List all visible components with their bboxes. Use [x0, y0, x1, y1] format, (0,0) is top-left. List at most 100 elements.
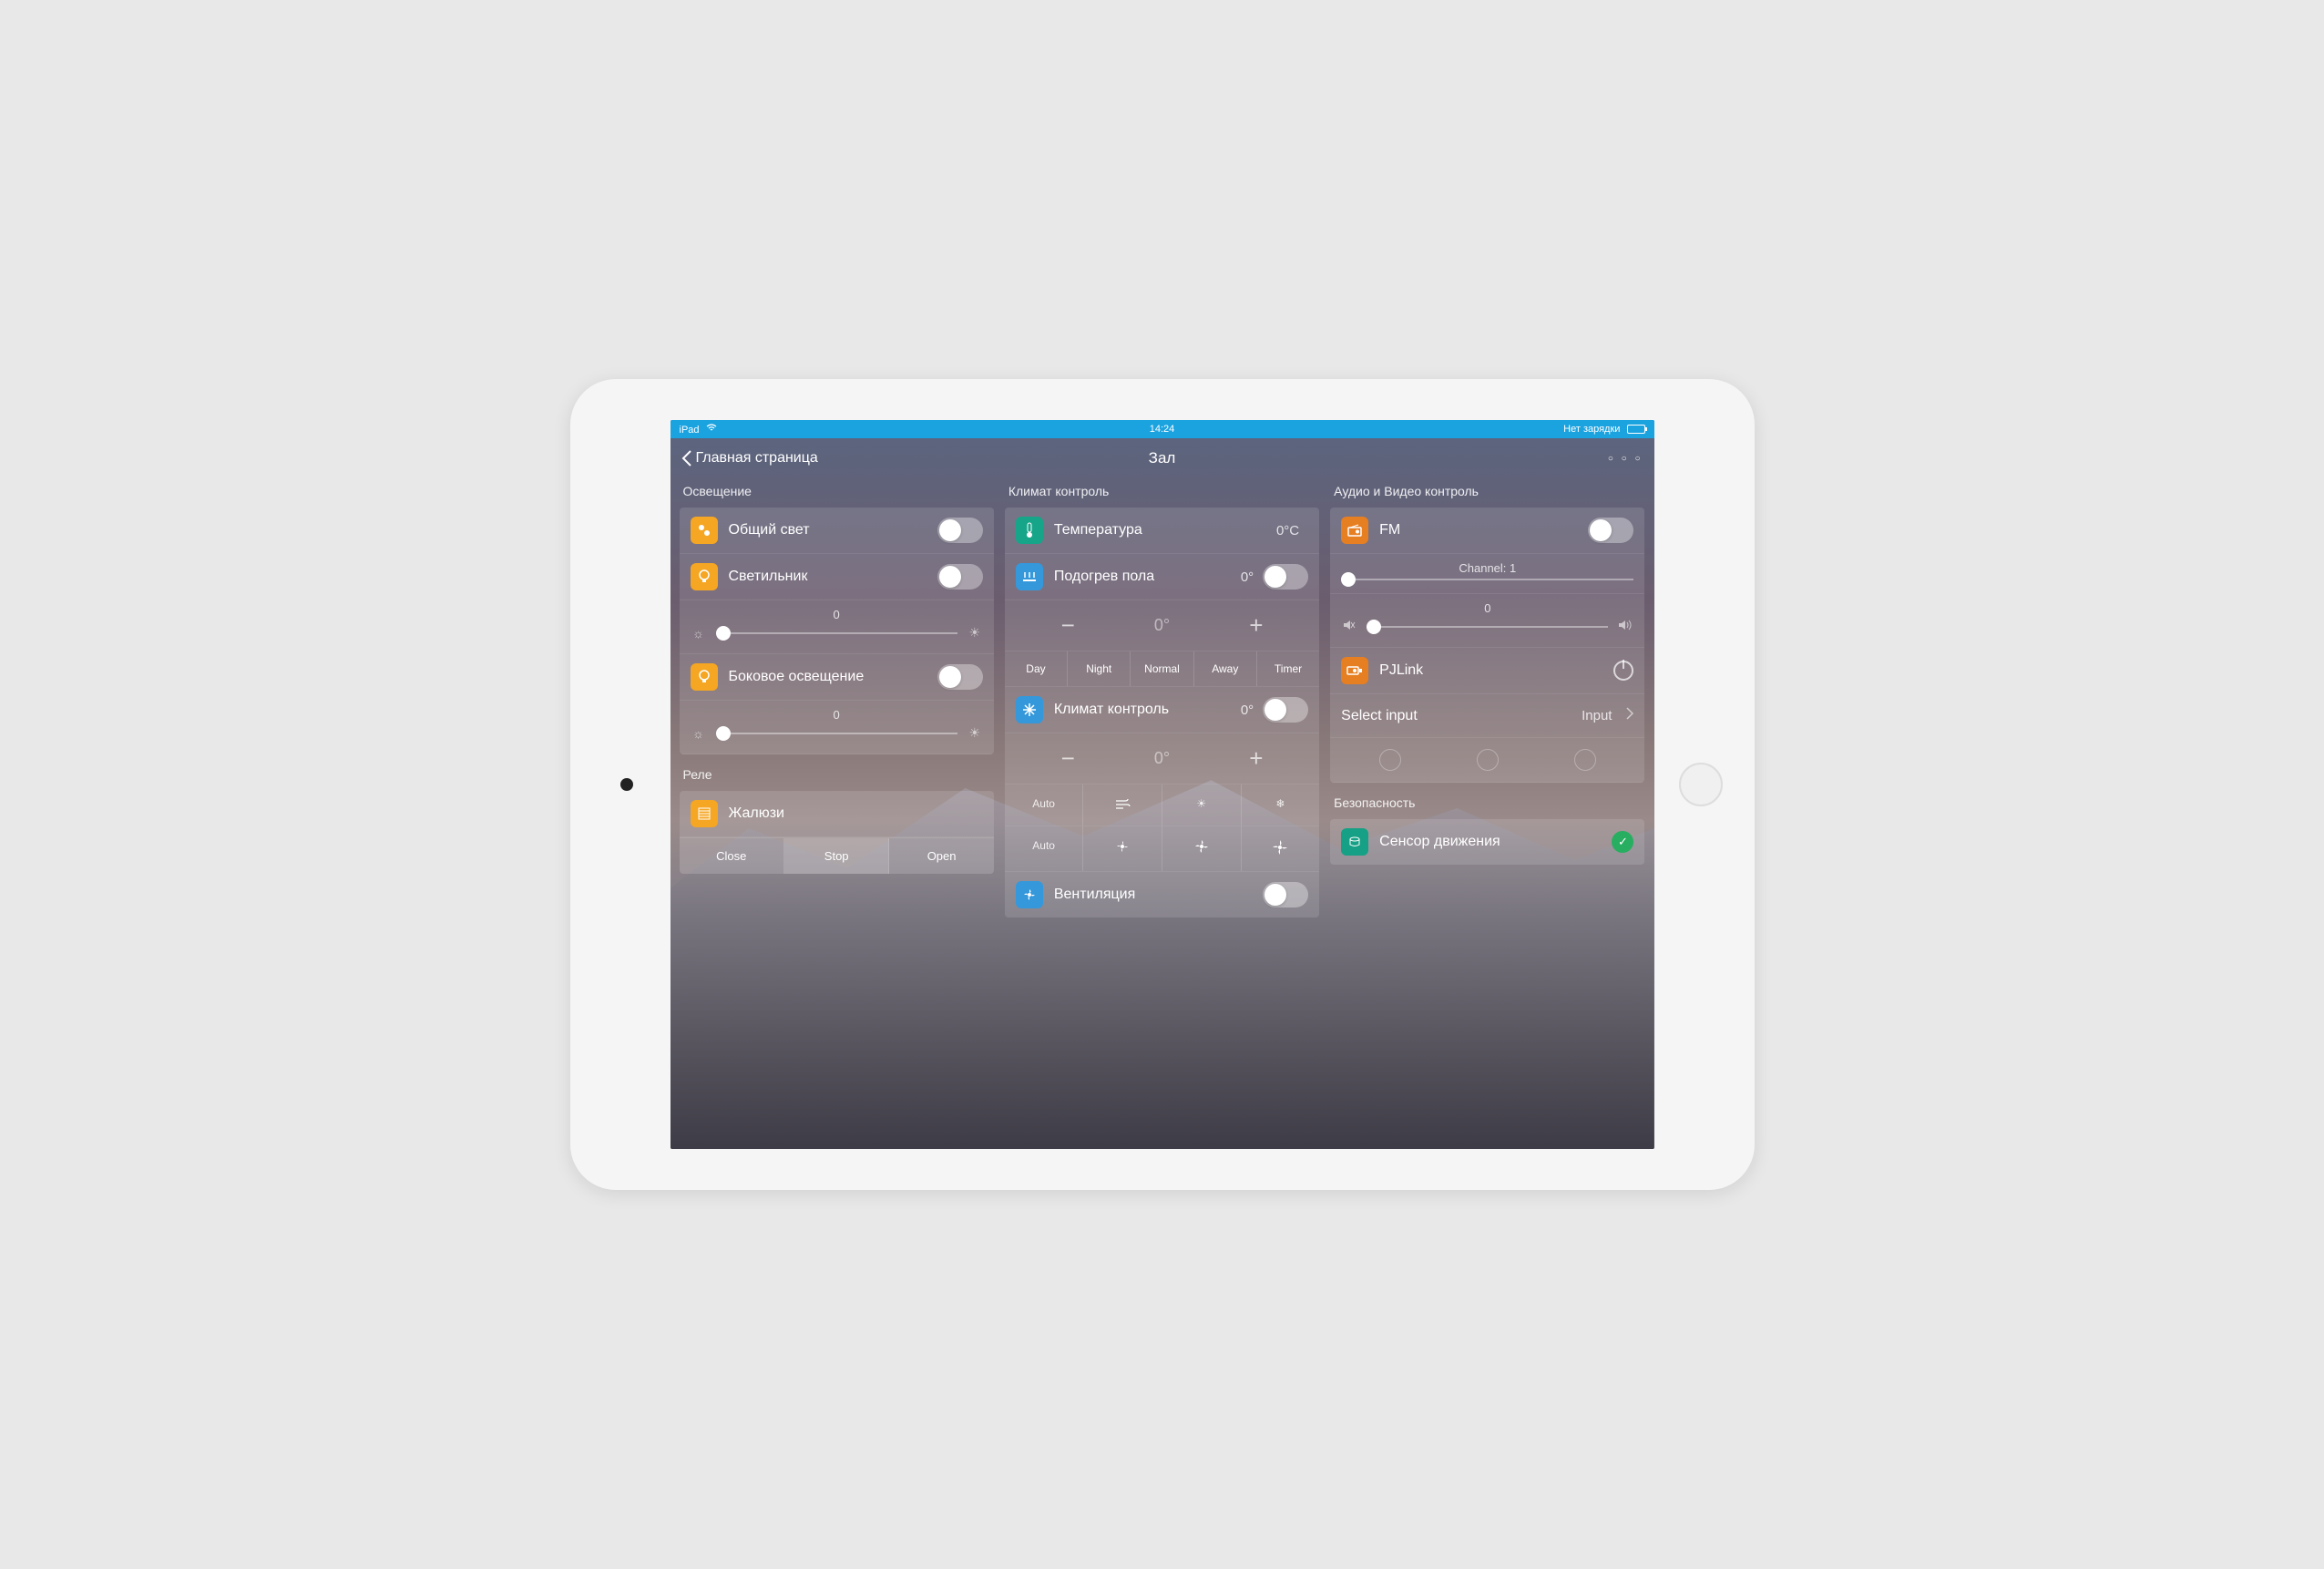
section-title-lighting: Освещение [680, 478, 994, 500]
minus-button[interactable]: − [1049, 611, 1086, 640]
row-floor-heating: Подогрев пола 0° [1005, 554, 1319, 600]
channel-slider[interactable] [1341, 579, 1633, 580]
side-light-toggle[interactable] [937, 664, 983, 690]
section-title-av: Аудио и Видео контроль [1330, 478, 1644, 500]
volume-slider-row: 0 [1330, 594, 1644, 648]
tablet-frame: iPad 14:24 Нет зарядки Главная страница … [570, 379, 1755, 1190]
fan-auto[interactable]: Auto [1005, 826, 1084, 871]
ventilation-label: Вентиляция [1054, 887, 1263, 903]
row-pjlink: PJLink [1330, 648, 1644, 694]
row-lamp: Светильник [680, 554, 994, 600]
mode-timer[interactable]: Timer [1257, 651, 1319, 686]
floor-heating-toggle[interactable] [1263, 564, 1308, 590]
mode-normal[interactable]: Normal [1131, 651, 1193, 686]
light-icon [691, 517, 718, 544]
climate-control-value: 0° [1241, 702, 1254, 718]
row-blinds: Жалюзи [680, 791, 994, 837]
side-slider[interactable] [716, 733, 957, 734]
floor-heating-value: 0° [1241, 569, 1254, 585]
page-title: Зал [1149, 449, 1176, 467]
nav-bar: Главная страница Зал ○ ○ ○ [671, 438, 1654, 478]
wifi-icon [706, 424, 717, 436]
mode-auto[interactable]: Auto [1005, 784, 1084, 826]
mute-icon [1341, 619, 1357, 634]
motion-sensor-icon [1341, 828, 1368, 856]
channel-value: Channel: 1 [1341, 561, 1633, 575]
floor-setpoint: 0° [1154, 616, 1170, 635]
screen: iPad 14:24 Нет зарядки Главная страница … [671, 420, 1654, 1149]
temperature-label: Температура [1054, 522, 1276, 538]
brightness-low-icon: ☼ [691, 726, 707, 741]
temperature-value: 0°C [1276, 523, 1299, 538]
minus-button[interactable]: − [1049, 744, 1086, 773]
lamp-label: Светильник [729, 569, 937, 585]
row-general-light: Общий свет [680, 508, 994, 554]
mode-night[interactable]: Night [1068, 651, 1131, 686]
motion-sensor-label: Сенсор движения [1379, 834, 1612, 850]
climate-control-toggle[interactable] [1263, 697, 1308, 723]
floor-heating-stepper: − 0° + [1005, 600, 1319, 651]
climate-mode-row2: Auto [1005, 826, 1319, 872]
close-button[interactable]: Close [680, 838, 784, 874]
plus-button[interactable]: + [1238, 611, 1275, 640]
section-title-security: Безопасность [1330, 790, 1644, 812]
panel-climate: Температура 0°C Подогрев пола 0° − 0° [1005, 508, 1319, 918]
status-ok-icon: ✓ [1612, 831, 1633, 853]
stop-button[interactable]: Stop [784, 838, 889, 874]
fan-high-icon[interactable] [1242, 826, 1320, 871]
action-2[interactable] [1477, 749, 1499, 771]
row-side-light: Боковое освещение [680, 654, 994, 701]
blinds-label: Жалюзи [729, 805, 983, 822]
mode-segments: Day Night Normal Away Timer [1005, 651, 1319, 687]
device-label: iPad [680, 425, 700, 436]
mode-sun-icon[interactable]: ☀ [1162, 784, 1242, 826]
back-button[interactable]: Главная страница [681, 449, 818, 467]
side-light-label: Боковое освещение [729, 669, 937, 685]
panel-av: FM Channel: 1 0 [1330, 508, 1644, 783]
fan-low-icon[interactable] [1083, 826, 1162, 871]
lamp-slider-row: 0 ☼ ☀ [680, 600, 994, 654]
general-light-toggle[interactable] [937, 518, 983, 543]
column-av: Аудио и Видео контроль FM Channel: 1 [1330, 478, 1644, 918]
floor-heating-label: Подогрев пола [1054, 569, 1241, 585]
climate-control-label: Климат контроль [1054, 702, 1241, 718]
snowflake-icon [1016, 696, 1043, 723]
blinds-buttons: Close Stop Open [680, 837, 994, 874]
side-slider-row: 0 ☼ ☀ [680, 701, 994, 754]
plus-button[interactable]: + [1238, 744, 1275, 773]
mode-snow-icon[interactable]: ❄ [1242, 784, 1320, 826]
mode-wind-icon[interactable] [1083, 784, 1162, 826]
brightness-high-icon: ☀ [967, 625, 983, 641]
camera-dot [620, 778, 633, 791]
battery-icon [1627, 425, 1645, 434]
status-right: Нет зарядки [1563, 424, 1644, 435]
power-button[interactable] [1613, 661, 1633, 681]
back-label: Главная страница [696, 450, 818, 467]
lamp-toggle[interactable] [937, 564, 983, 590]
action-1[interactable] [1379, 749, 1401, 771]
home-button[interactable] [1679, 763, 1723, 806]
row-select-input[interactable]: Select input Input [1330, 694, 1644, 738]
floor-heat-icon [1016, 563, 1043, 590]
status-bar: iPad 14:24 Нет зарядки [671, 420, 1654, 438]
action-3[interactable] [1574, 749, 1596, 771]
row-temperature: Температура 0°C [1005, 508, 1319, 554]
ventilation-toggle[interactable] [1263, 882, 1308, 908]
row-climate-control: Климат контроль 0° [1005, 687, 1319, 733]
input-value: Input [1582, 708, 1612, 723]
fan-med-icon[interactable] [1162, 826, 1242, 871]
pjlink-actions [1330, 738, 1644, 783]
section-title-climate: Климат контроль [1005, 478, 1319, 500]
volume-slider[interactable] [1367, 626, 1608, 628]
fm-toggle[interactable] [1588, 518, 1633, 543]
section-title-relay: Реле [680, 762, 994, 784]
radio-icon [1341, 517, 1368, 544]
bulb-icon [691, 663, 718, 691]
open-button[interactable]: Open [889, 838, 993, 874]
fan-icon [1016, 881, 1043, 908]
lamp-slider[interactable] [716, 632, 957, 634]
more-button[interactable]: ○ ○ ○ [1608, 454, 1643, 464]
mode-day[interactable]: Day [1005, 651, 1068, 686]
column-climate: Климат контроль Температура 0°C Подогрев [1005, 478, 1319, 918]
mode-away[interactable]: Away [1194, 651, 1257, 686]
